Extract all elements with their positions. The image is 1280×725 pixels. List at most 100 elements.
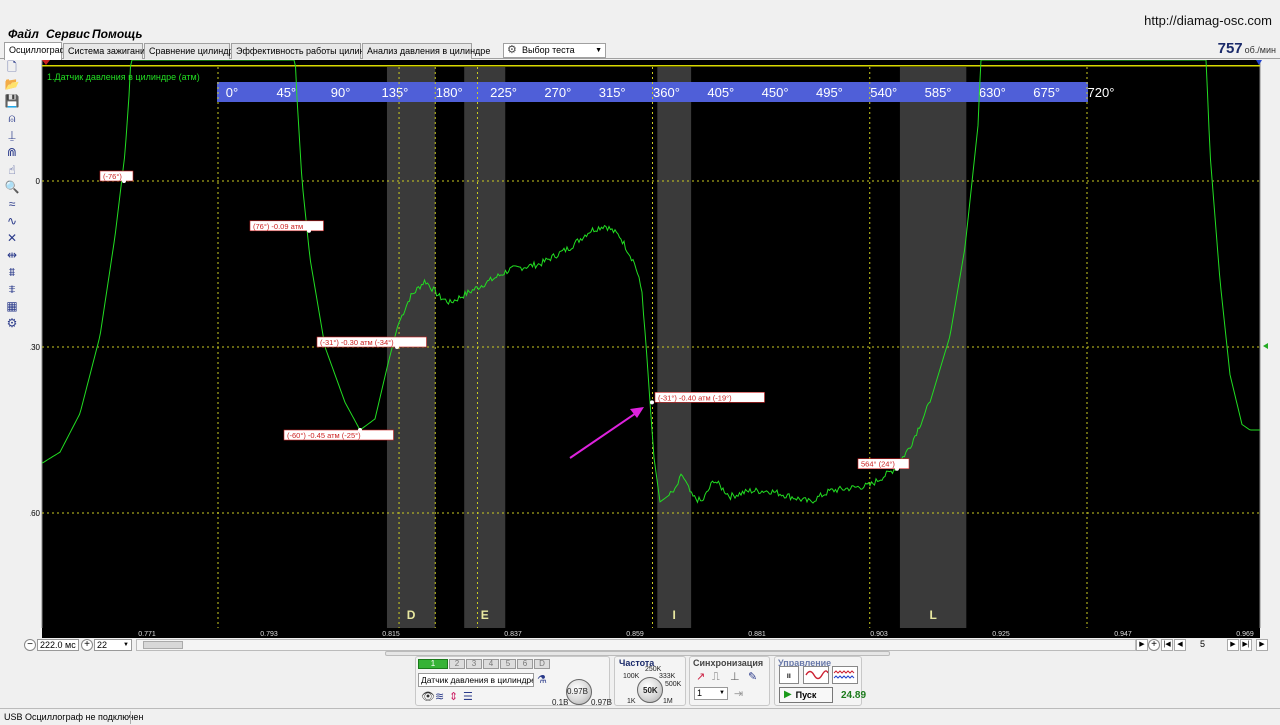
scrollbar-thumb[interactable] xyxy=(143,641,183,649)
channel-button-3[interactable]: 3 xyxy=(466,659,482,669)
marker-point[interactable] xyxy=(122,179,126,183)
menu-service[interactable]: Сервис xyxy=(46,27,90,41)
level-trigger-icon[interactable]: ⊥ xyxy=(730,671,740,683)
freq-scale-100k: 100K xyxy=(623,673,640,680)
arrows-icon[interactable]: ⇥ xyxy=(734,688,743,700)
single-wave-mode-button[interactable] xyxy=(803,666,829,684)
frequency-value: 50K xyxy=(643,686,658,695)
first-page-button[interactable]: |◀ xyxy=(1161,639,1173,651)
pause-button[interactable]: ⏸ xyxy=(779,666,799,684)
menu-bar: Файл Сервис Помощь xyxy=(0,26,1280,42)
tab-ignition-system[interactable]: Система зажигания xyxy=(63,43,150,59)
channel-button-6[interactable]: 6 xyxy=(517,659,533,669)
marker-point[interactable] xyxy=(307,228,311,233)
funnel-icon[interactable]: ⩩ xyxy=(4,264,20,280)
gain-max-label: 0.97В xyxy=(591,698,612,707)
x-axis: 0.771 0.793 0.815 0.837 0.859 0.881 0.903 0.925… xyxy=(42,628,1260,638)
zoom-out-button[interactable]: − xyxy=(24,639,36,651)
invert-icon[interactable]: ⇕ xyxy=(449,691,458,703)
last-page-button[interactable]: ▶| xyxy=(1240,639,1252,651)
time-per-div-select[interactable]: 222.0 мс xyxy=(37,639,79,651)
next-page-button[interactable]: ▶ xyxy=(1227,639,1239,651)
sensor-select[interactable]: Датчик давления в цилиндре xyxy=(418,673,534,687)
angle-label: 450° xyxy=(762,85,789,100)
tab-cylinder-pressure[interactable]: Анализ давления в цилиндре xyxy=(362,43,490,59)
zoom-in-button[interactable]: + xyxy=(81,639,93,651)
add-page-icon[interactable]: + xyxy=(1148,639,1160,651)
settings-icon[interactable]: ⚙ xyxy=(4,315,20,331)
menu-help[interactable]: Помощь xyxy=(92,27,143,41)
hand-icon[interactable]: ☝ xyxy=(4,162,20,178)
falling-edge-icon[interactable]: ⎍ xyxy=(712,671,720,683)
x-tick-label: 0.815 xyxy=(382,631,400,638)
marker-label: (-31°) -0.30 атм (-34°) xyxy=(320,338,394,347)
sync-channel-select[interactable]: 1 ▼ xyxy=(694,687,728,700)
tab-cylinder-efficiency[interactable]: Эффективность работы цилиндров xyxy=(231,43,385,59)
plot-canvas[interactable]: 0° 45° 90° 135° 180° 225° 270° 315° 360° 405° 450°… xyxy=(30,60,1270,628)
rpm-value: 757 xyxy=(1217,40,1243,57)
site-url-link[interactable]: http://diamag-osc.com xyxy=(1144,13,1272,28)
cursor-icon[interactable]: ⇹ xyxy=(4,247,20,263)
pause-icon: ⏸ xyxy=(786,670,792,682)
rising-edge-icon[interactable]: ↗ xyxy=(696,671,705,683)
ghost-icon[interactable]: ⍝ xyxy=(4,110,20,126)
status-separator xyxy=(130,711,131,724)
wave-filter-icon[interactable]: ≋ xyxy=(435,691,444,703)
table-icon[interactable]: ▦ xyxy=(4,298,20,314)
new-file-icon[interactable]: 🗋 xyxy=(4,59,20,75)
channel-button-2[interactable]: 2 xyxy=(449,659,465,669)
test-select-dropdown[interactable]: ⚙ Выбор теста ▼ xyxy=(503,43,606,58)
horizontal-scrollbar[interactable] xyxy=(136,639,1136,651)
marker-label: (-76°) xyxy=(103,172,122,181)
marker-point[interactable] xyxy=(395,345,399,349)
angle-label: 495° xyxy=(816,85,843,100)
magnet-icon[interactable]: ⋒ xyxy=(4,144,20,160)
zoom-icon[interactable]: 🔍 xyxy=(4,179,20,195)
tab-oscilloscope[interactable]: Осциллограф xyxy=(4,42,67,60)
fft-icon[interactable]: ⩨ xyxy=(4,281,20,297)
marker-point[interactable] xyxy=(358,428,362,432)
menu-file[interactable]: Файл xyxy=(8,27,39,41)
measure-icon[interactable]: ⍊ xyxy=(4,127,20,143)
oscilloscope-plot[interactable]: 0° 45° 90° 135° 180° 225° 270° 315° 360° 405° 450°… xyxy=(30,60,1270,628)
marker-point[interactable] xyxy=(895,466,899,471)
zoom-level-select[interactable]: 22 ▼ xyxy=(94,639,132,651)
tab-cylinder-comparison[interactable]: Сравнение цилиндров xyxy=(144,43,243,59)
open-folder-icon[interactable]: 📂 xyxy=(4,76,20,92)
angle-label: 630° xyxy=(979,85,1006,100)
angle-label: 45° xyxy=(276,85,296,100)
x-tick-label: 0.947 xyxy=(1114,631,1132,638)
frequency-group: Частота 100K 250K 333K 500K 1K 1M 50K xyxy=(614,656,686,706)
channel-button-digital[interactable]: D xyxy=(534,659,550,669)
eye-icon[interactable]: 👁 xyxy=(421,691,435,703)
plot-background[interactable] xyxy=(42,60,1260,628)
save-icon[interactable]: 💾 xyxy=(4,93,20,109)
marker-label: (-31°) -0.40 атм (-19°) xyxy=(658,393,732,402)
channel-label: 1.Датчик давления в цилиндре (атм) xyxy=(47,72,200,82)
freq-scale-1m: 1M xyxy=(663,698,673,705)
math-icon[interactable]: ∿ xyxy=(4,213,20,229)
channel-button-1[interactable]: 1 xyxy=(418,659,448,669)
marker-point[interactable] xyxy=(650,400,654,405)
start-button[interactable]: ▶ Пуск xyxy=(779,687,833,703)
probe-settings-icon[interactable]: ⚗ xyxy=(537,674,547,686)
prev-page-button[interactable]: ◀ xyxy=(1174,639,1186,651)
continuous-mode-button[interactable] xyxy=(832,666,858,684)
start-button-label: Пуск xyxy=(795,690,817,700)
sync-channel-value: 1 xyxy=(697,688,703,698)
waveform-icon[interactable]: ≈ xyxy=(4,196,20,212)
scroll-end-button[interactable]: ▶ xyxy=(1256,639,1268,651)
freq-scale-1k: 1K xyxy=(627,698,636,705)
phase-letter-d: D xyxy=(407,608,416,622)
filter-icon[interactable]: ✕ xyxy=(4,230,20,246)
grid-lines-icon[interactable]: ☰ xyxy=(463,691,473,703)
time-per-div-value: 222.0 мс xyxy=(40,640,76,650)
x-tick-label: 0.903 xyxy=(870,631,888,638)
zoom-level-value: 22 xyxy=(97,640,108,650)
auto-trigger-icon[interactable]: ✎ xyxy=(748,671,757,683)
x-tick-label: 0.771 xyxy=(138,631,156,638)
scroll-right-button[interactable]: ▶ xyxy=(1136,639,1148,651)
channel-button-4[interactable]: 4 xyxy=(483,659,499,669)
channel-button-5[interactable]: 5 xyxy=(500,659,516,669)
status-bar: USB Осциллограф не подключен xyxy=(0,708,1280,725)
